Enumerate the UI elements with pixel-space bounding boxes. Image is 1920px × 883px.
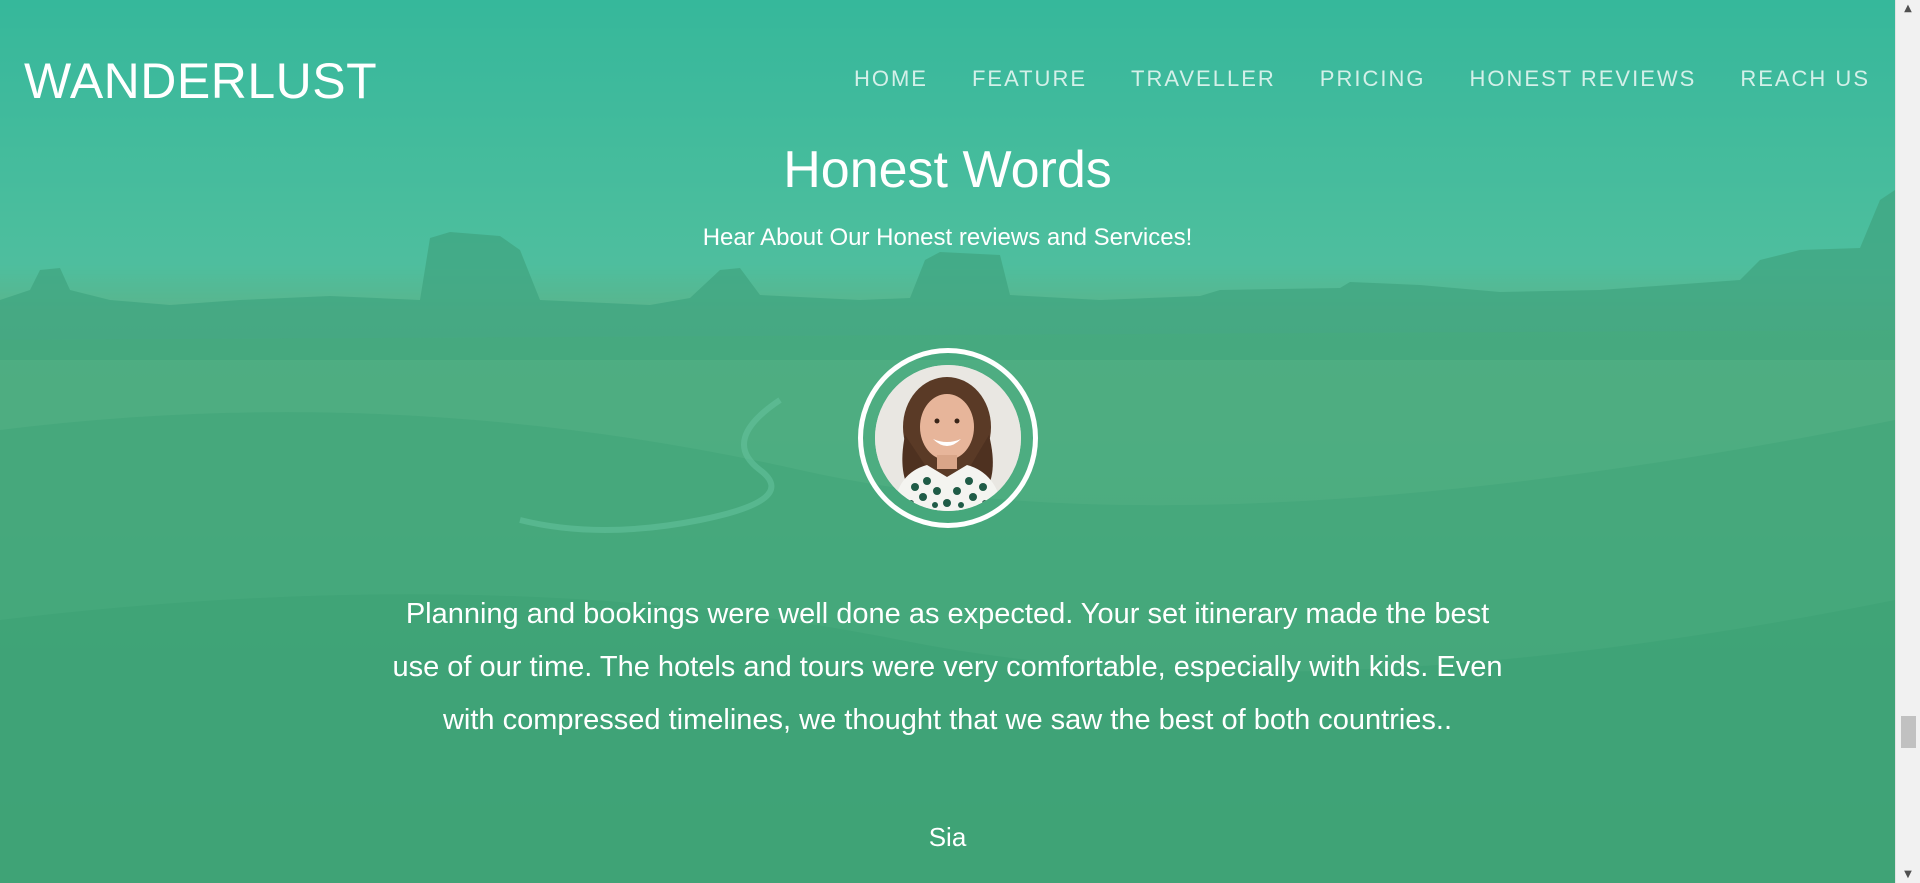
review-quote: Planning and bookings were well done as …: [392, 598, 1503, 736]
main-nav: HOME FEATURE TRAVELLER PRICING HONEST RE…: [810, 66, 1870, 92]
section-title: Honest Words: [783, 141, 1112, 199]
brand-logo[interactable]: WANDERLUST: [24, 52, 377, 110]
reviewer-name: Sia: [928, 822, 967, 852]
nav-item-honest-reviews[interactable]: HONEST REVIEWS: [1469, 66, 1696, 92]
vertical-scrollbar[interactable]: ▲ ▼: [1895, 0, 1920, 883]
nav-item-traveller[interactable]: TRAVELLER: [1131, 66, 1276, 92]
nav-item-home[interactable]: HOME: [854, 66, 928, 92]
nav-item-feature[interactable]: FEATURE: [972, 66, 1087, 92]
nav-item-pricing[interactable]: PRICING: [1320, 66, 1426, 92]
nav-item-reach-us[interactable]: REACH US: [1740, 66, 1870, 92]
page: WANDERLUST HOME FEATURE TRAVELLER PRICIN…: [0, 0, 1920, 883]
reviewer-avatar: [875, 365, 1021, 511]
scroll-thumb[interactable]: [1901, 716, 1916, 748]
scroll-down-arrow-icon[interactable]: ▼: [1896, 866, 1920, 883]
scroll-up-arrow-icon[interactable]: ▲: [1896, 0, 1920, 17]
section-subtitle: Hear About Our Honest reviews and Servic…: [702, 224, 1193, 251]
reviewer-avatar-ring: [858, 348, 1038, 528]
